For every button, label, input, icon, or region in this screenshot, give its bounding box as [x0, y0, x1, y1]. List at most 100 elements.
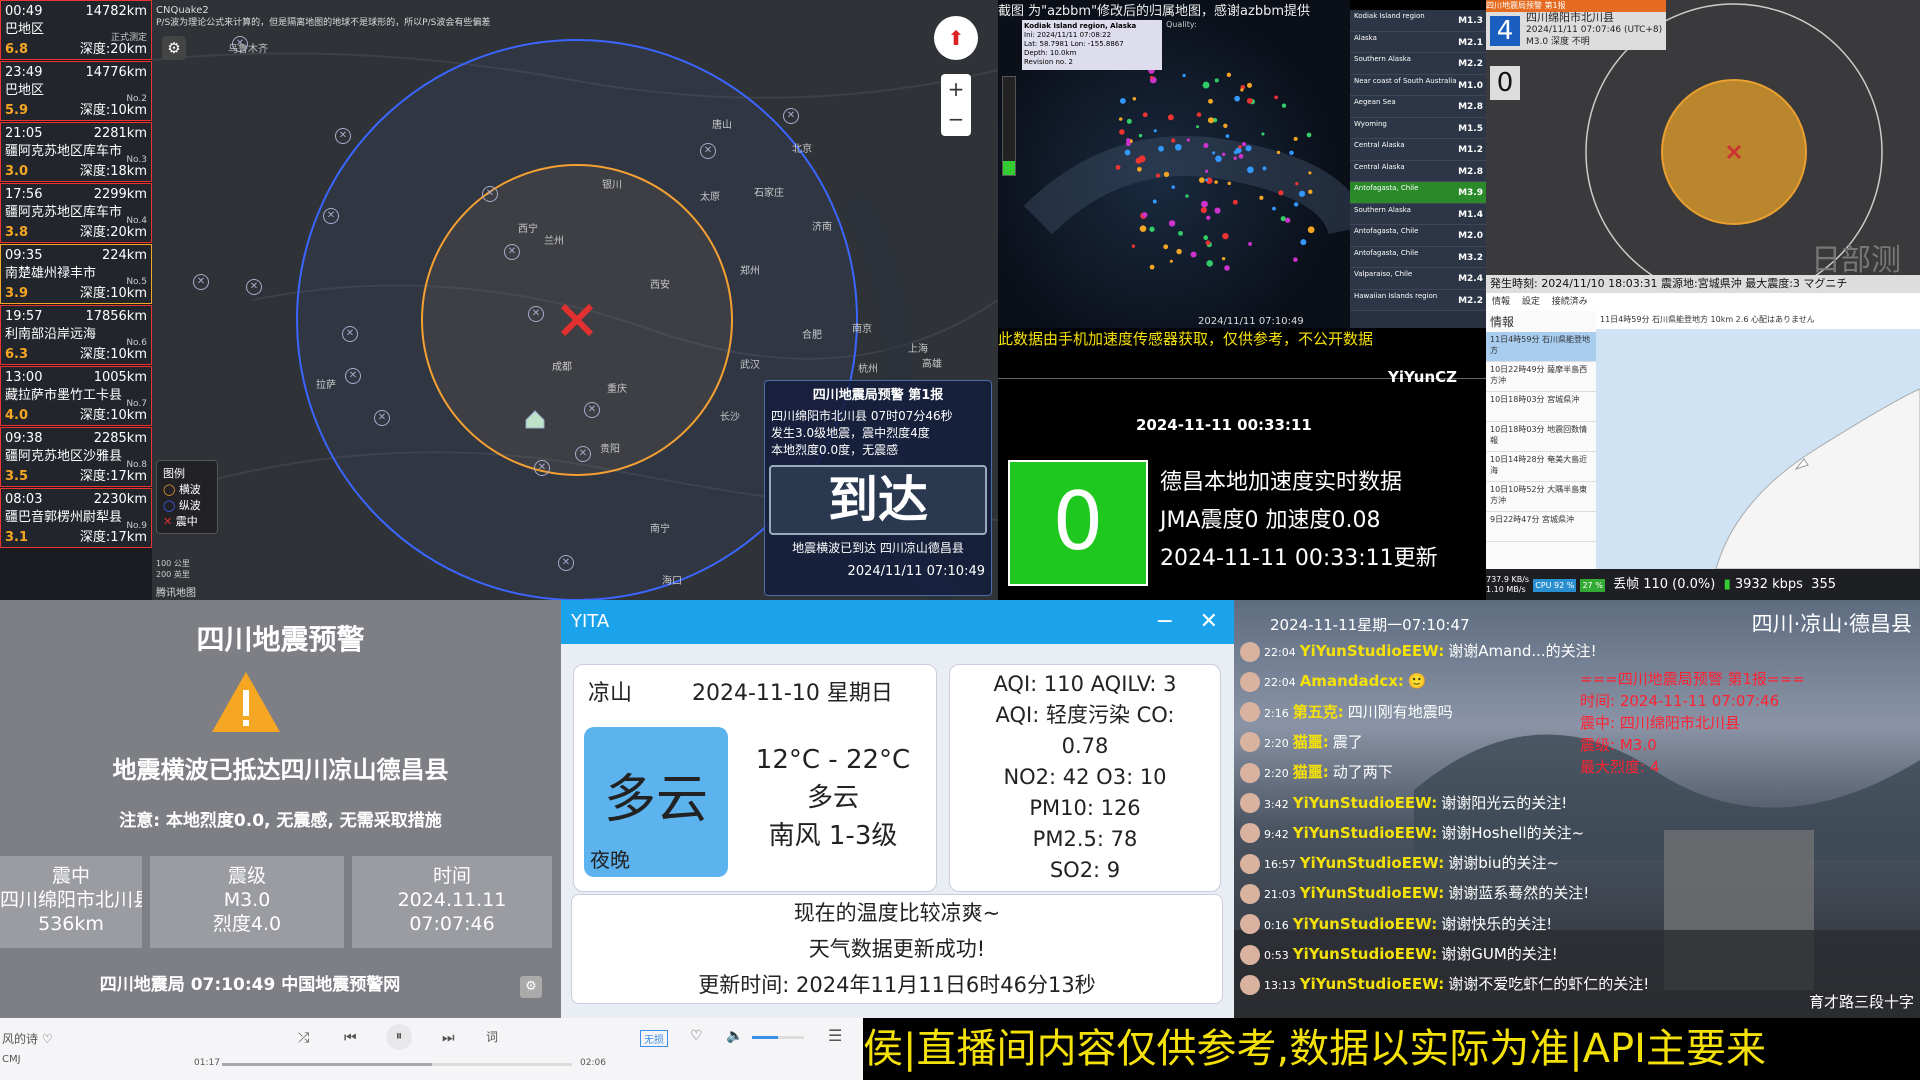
city-label: 成都	[552, 362, 572, 373]
sc-footer: 四川地震局 07:10:49 中国地震预警网	[99, 975, 401, 995]
quake-mag: 6.3	[5, 347, 29, 362]
jp-event-item[interactable]: 9日22時47分 宮城県沖	[1486, 512, 1596, 542]
quake-point	[1203, 142, 1209, 149]
close-button[interactable]: ✕	[1200, 600, 1218, 644]
quake-point	[1190, 251, 1197, 258]
quake-point	[1115, 165, 1121, 170]
chat-text: 谢谢快乐的关注!	[1441, 914, 1553, 933]
next-track-icon[interactable]: ⏭	[442, 1030, 455, 1046]
minimize-button[interactable]: −	[1156, 600, 1174, 644]
net-up: 737.9 KB/s	[1486, 574, 1530, 584]
recent-quake-row[interactable]: Central Alaska M1.2	[1350, 139, 1486, 161]
seismic-station-icon[interactable]: ✕	[700, 143, 716, 159]
seismic-station-icon[interactable]: ✕	[534, 460, 550, 476]
quake-point	[1227, 181, 1232, 186]
jp-tab-settings[interactable]: 設定	[1522, 297, 1540, 307]
seismic-station-icon[interactable]: ✕	[528, 306, 544, 322]
recent-quake-row[interactable]: Alaska M2.1	[1350, 31, 1486, 53]
seismic-station-icon[interactable]: ✕	[323, 208, 339, 224]
volume-slider[interactable]	[752, 1036, 804, 1039]
cpu-usage: CPU 92 %	[1533, 579, 1577, 592]
chat-user: Amandadcx:	[1299, 672, 1404, 691]
quake-list-item[interactable]: 23:49 14776km 巴地区 No.2 5.9 深度:10km	[0, 61, 152, 121]
seismic-station-icon[interactable]: ✕	[345, 368, 361, 384]
quake-list-item[interactable]: 19:57 17856km 利南部沿岸远海 No.6 6.3 深度:10km	[0, 305, 152, 365]
playlist-icon[interactable]: ☰	[828, 1026, 842, 1045]
recent-quake-row[interactable]: Hawaiian Islands region M2.2	[1350, 289, 1486, 311]
quake-list-item[interactable]: 17:56 2299km 疆阿克苏地区库车市 No.4 3.8 深度:20km	[0, 183, 152, 243]
recent-quake-row[interactable]: Antofagasta, Chile M2.0	[1350, 225, 1486, 247]
chat-text: 谢谢不爱吃虾仁的虾仁的关注!	[1448, 975, 1650, 994]
recent-quake-row[interactable]: Kodiak Island region M1.3	[1350, 10, 1486, 32]
jp-event-item[interactable]: 11日4時59分 石川県能登地方	[1486, 332, 1596, 362]
mini-time: 2024/11/11 07:07:46 (UTC+8)	[1526, 25, 1663, 35]
like-heart-icon[interactable]: ♡	[42, 1032, 53, 1046]
chat-avatar	[1240, 883, 1260, 904]
recent-quake-row[interactable]: Valparaiso, Chile M2.4	[1350, 268, 1486, 290]
quake-list-item[interactable]: 00:49 14782km 巴地区 正式测定 6.8 深度:20km	[0, 0, 152, 60]
lossless-badge[interactable]: 无损	[640, 1030, 668, 1047]
jp-event-item[interactable]: 10日18時03分 宮城県沖	[1486, 392, 1596, 422]
progress-bar[interactable]	[222, 1063, 572, 1066]
jp-event-item[interactable]: 10日10時52分 大隅半島東方沖	[1486, 482, 1596, 512]
chat-message: 2:20 猫噩: 震了	[1240, 729, 1363, 755]
quake-list-item[interactable]: 13:00 1005km 藏拉萨市墨竹工卡县 No.7 4.0 深度:10km	[0, 366, 152, 426]
jp-tab-connected[interactable]: 接続済み	[1552, 297, 1588, 307]
song-title: 风的诗	[2, 1032, 39, 1046]
recent-quake-row[interactable]: Antofagasta, Chile M3.2	[1350, 246, 1486, 268]
seismic-station-icon[interactable]: ✕	[575, 446, 591, 462]
quake-point	[1168, 220, 1176, 227]
seismic-station-icon[interactable]: ✕	[504, 244, 520, 260]
recent-quake-row[interactable]: Aegean Sea M2.8	[1350, 96, 1486, 118]
seismic-station-icon[interactable]: ✕	[783, 108, 799, 124]
seismic-station-icon[interactable]: ✕	[342, 326, 358, 342]
recent-quake-loc: Southern Alaska	[1354, 205, 1411, 214]
recent-quake-row[interactable]: Near coast of South Australia M1.0	[1350, 74, 1486, 96]
shuffle-icon[interactable]: ⤮	[298, 1030, 309, 1046]
seismic-station-icon[interactable]: ✕	[246, 279, 262, 295]
zoom-out-button[interactable]: −	[941, 104, 971, 134]
recent-quake-row[interactable]: Southern Alaska M1.4	[1350, 203, 1486, 225]
quake-point	[1246, 97, 1253, 104]
settings-gear-icon[interactable]: ⚙	[162, 36, 186, 60]
seismic-station-icon[interactable]: ✕	[584, 402, 600, 418]
quake-point	[1226, 72, 1232, 77]
sc-settings-gear-icon[interactable]: ⚙	[520, 976, 542, 998]
magnitude-bar	[1002, 76, 1016, 176]
seismic-station-icon[interactable]: ✕	[193, 274, 209, 290]
sc-mag-cell: 震级 M3.0 烈度4.0	[150, 856, 344, 948]
quake-list-item[interactable]: 08:03 2230km 疆巴音郭楞州尉犁县 No.9 3.1 深度:17km	[0, 488, 152, 548]
jp-tab-info[interactable]: 情報	[1492, 297, 1510, 307]
pause-button[interactable]: ⏸	[386, 1024, 412, 1050]
main-quake-map[interactable]: ✕ ✕ ✕ ✕ ✕ ✕ ✕ ✕ ✕ ✕ ✕ ✕ ✕ ✕ ✕ ✕ ✕ 乌鲁木齐 银川 西宁 兰州 西安 太原 石家庄 济南 郑州 合肥…	[152, 0, 998, 600]
quake-list-item[interactable]: 09:35 224km 南楚雄州禄丰市 No.5 3.9 深度:10km	[0, 244, 152, 304]
jp-event-item[interactable]: 10日18時03分 地震回数情報	[1486, 422, 1596, 452]
jp-event-item[interactable]: 10日22時49分 薩摩半島西方沖	[1486, 362, 1596, 392]
quake-list-item[interactable]: 21:05 2281km 疆阿克苏地区库车市 No.3 3.0 深度:18km	[0, 122, 152, 182]
recent-quake-row[interactable]: Southern Alaska M2.2	[1350, 53, 1486, 75]
quake-point	[1155, 173, 1161, 178]
secondary-warning-map: 四川地震局预警 第1报 四川绵阳市北川县 2024/11/11 07:07:46…	[1486, 0, 1920, 600]
seismic-station-icon[interactable]: ✕	[374, 410, 390, 426]
recent-quake-row[interactable]: Antofagasta, Chile M3.9	[1350, 182, 1486, 204]
chat-avatar	[1240, 823, 1260, 844]
quake-point	[1126, 138, 1131, 143]
quake-list-item[interactable]: 09:38 2285km 疆阿克苏地区沙雅县 No.8 3.5 深度:17km	[0, 427, 152, 487]
zoom-in-button[interactable]: +	[941, 74, 971, 104]
compass-icon[interactable]: ⬆	[934, 16, 978, 60]
chat-user: YiYunStudioEEW:	[1299, 975, 1445, 994]
status-tail: 355	[1811, 577, 1836, 592]
equalizer-icon[interactable]: ♡	[690, 1028, 703, 1044]
seismic-station-icon[interactable]: ✕	[558, 555, 574, 571]
volume-icon[interactable]: 🔈	[726, 1028, 743, 1044]
quake-mag: 6.8	[5, 42, 29, 57]
recent-quake-row[interactable]: Central Alaska M2.8	[1350, 160, 1486, 182]
jp-event-item[interactable]: 10日14時28分 奄美大島近海	[1486, 452, 1596, 482]
lyrics-button[interactable]: 词	[486, 1028, 498, 1045]
recent-quake-mag: M2.2	[1458, 59, 1483, 69]
mini-loc: 四川绵阳市北川县	[1526, 11, 1614, 24]
prev-track-icon[interactable]: ⏮	[344, 1030, 357, 1046]
seismic-station-icon[interactable]: ✕	[482, 186, 498, 202]
recent-quake-row[interactable]: Wyoming M1.5	[1350, 117, 1486, 139]
seismic-station-icon[interactable]: ✕	[335, 128, 351, 144]
